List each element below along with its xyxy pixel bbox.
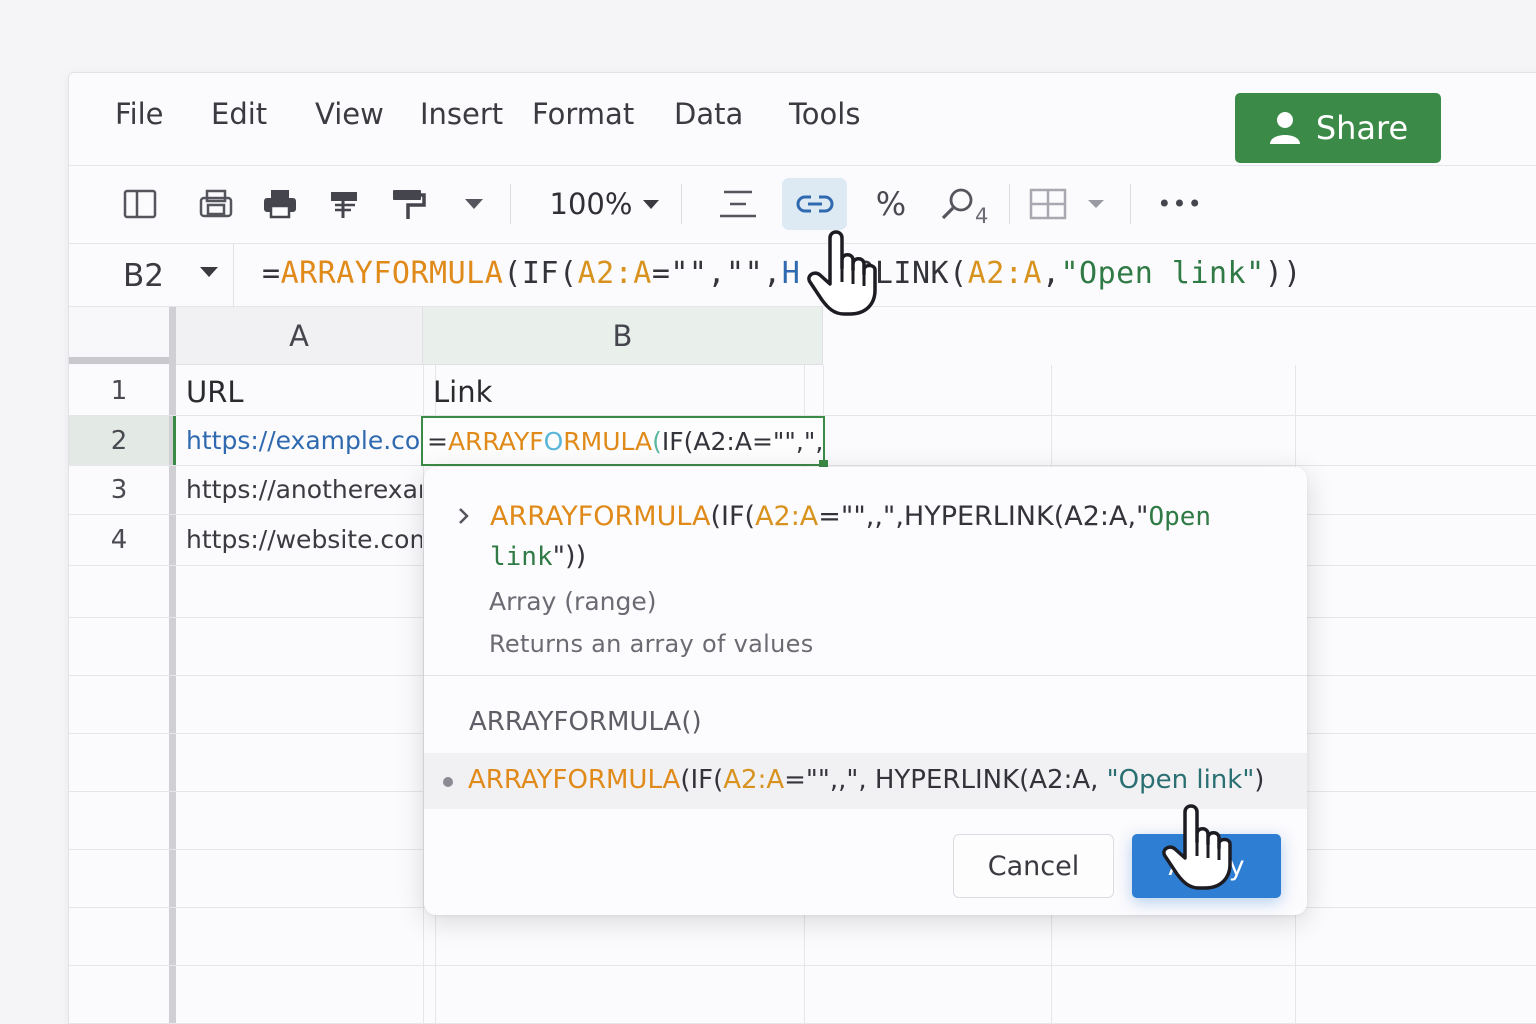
suggestion-token: A2:A	[723, 765, 785, 795]
function-signature: ARRAYFORMULA(IF(A2:A="",,",HYPERLINK(A2:…	[490, 497, 1290, 577]
find-subscript: 4	[975, 204, 989, 228]
formula-token: ="","",	[651, 256, 782, 291]
formula-token: ))	[1264, 256, 1302, 291]
suggestion-header: ARRAYFORMULA()	[469, 707, 702, 737]
borders-dropdown-icon[interactable]	[1083, 178, 1109, 230]
suggestion-item[interactable]: ARRAYFORMULA(IF(A2:A="",,", HYPERLINK(A2…	[424, 753, 1307, 809]
menu-insert[interactable]: Insert	[420, 97, 503, 131]
toolbar-separator	[1130, 184, 1131, 224]
suggestion-token: ="",,", HYPERLINK(A2:A,	[784, 765, 1107, 795]
cell-b2-editor[interactable]: =ARRAYFORMULA(IF(A2:A="",",)	[421, 416, 825, 466]
formula-help-popup: ARRAYFORMULA(IF(A2:A="",,",HYPERLINK(A2:…	[424, 467, 1307, 915]
formula-token: RLINK(	[856, 256, 968, 291]
toolbar-separator	[681, 184, 682, 224]
cell-a2[interactable]: https://example.com	[186, 426, 422, 455]
signature-token: ="",,",HYPERLINK(A2:A,"	[818, 501, 1149, 532]
apply-button[interactable]: Apply	[1132, 834, 1281, 898]
name-box[interactable]: B2	[123, 258, 164, 294]
formula-token: ARRAYFORMULA	[280, 256, 504, 291]
formula-token: "Open link"	[1060, 256, 1265, 291]
formula-token: O	[543, 427, 564, 456]
cancel-button[interactable]: Cancel	[953, 834, 1114, 898]
cell-b1[interactable]: Link	[433, 375, 813, 409]
menu-format[interactable]: Format	[532, 97, 634, 131]
paint-format-icon[interactable]	[321, 178, 367, 230]
column-header-a[interactable]: A	[176, 307, 423, 365]
toolbar-separator	[1009, 184, 1010, 224]
paint-roller-icon[interactable]	[385, 178, 431, 230]
print-icon[interactable]	[257, 178, 303, 230]
borders-icon[interactable]	[1025, 178, 1071, 230]
person-icon	[1269, 112, 1300, 144]
share-label: Share	[1315, 109, 1409, 147]
percent-icon[interactable]: %	[869, 178, 913, 230]
formula-token: =	[427, 427, 448, 456]
suggestion-token: ARRAYFORMULA	[468, 765, 681, 795]
toolbar-separator	[510, 184, 511, 224]
formula-token: ARRAYF	[447, 427, 544, 456]
popup-divider	[424, 675, 1307, 676]
signature-token: A2:A	[755, 501, 819, 532]
formula-bar: B2 =ARRAYFORMULA(IF(A2:A="","",H RLINK(A2…	[69, 244, 1536, 307]
row-divider	[69, 965, 1536, 966]
signature-token: (IF(	[710, 501, 756, 532]
menu-data[interactable]: Data	[674, 97, 743, 131]
percent-label: %	[875, 185, 907, 223]
argument-hint: Array (range)	[489, 587, 657, 616]
formula-token: (IF(	[503, 256, 578, 291]
row-header-3[interactable]: 3	[69, 466, 169, 514]
cell-a3[interactable]: https://anotherexample.com	[186, 475, 422, 504]
cell-a1[interactable]: URL	[186, 375, 422, 409]
link-icon[interactable]	[782, 178, 847, 230]
zoom-value: 100%	[549, 187, 633, 221]
print-preview-icon[interactable]	[193, 178, 239, 230]
chevron-down-icon	[643, 199, 660, 209]
more-icon[interactable]: •••	[1155, 178, 1205, 230]
menu-bar: File Edit View Insert Format Data Tools …	[69, 73, 1536, 166]
formula-separator	[233, 244, 234, 307]
spreadsheet-window: File Edit View Insert Format Data Tools …	[68, 72, 1536, 1024]
share-button[interactable]: Share	[1235, 93, 1441, 163]
toolbar: 100% % 4 •••	[69, 166, 1536, 244]
formula-token: A2:A	[577, 256, 652, 291]
formula-token: =	[262, 256, 281, 291]
formula-token: (	[652, 427, 662, 456]
chevron-down-icon[interactable]	[199, 266, 219, 278]
dropdown-icon[interactable]	[457, 178, 491, 230]
formula-token: )	[823, 427, 825, 456]
formula-token: RMULA	[563, 427, 653, 456]
formula-token: H	[781, 256, 801, 291]
row-selection-indicator	[173, 416, 176, 465]
panel-icon[interactable]	[117, 178, 163, 230]
frozen-row-bar[interactable]	[69, 357, 169, 364]
chevron-right-icon[interactable]	[458, 507, 470, 525]
suggestion-token: (IF(	[680, 765, 724, 795]
menu-edit[interactable]: Edit	[211, 97, 267, 131]
signature-token: "))	[552, 541, 587, 572]
suggestion-text: ARRAYFORMULA(IF(A2:A="",,", HYPERLINK(A2…	[468, 765, 1264, 795]
more-label: •••	[1157, 190, 1203, 218]
row-header-2[interactable]: 2	[69, 416, 169, 465]
signature-token: ARRAYFORMULA	[490, 501, 711, 532]
formula-token: ,	[1041, 256, 1061, 291]
menu-file[interactable]: File	[115, 97, 164, 131]
menu-tools[interactable]: Tools	[789, 97, 860, 131]
row-header-1[interactable]: 1	[69, 367, 169, 415]
formula-token: A2:A	[967, 256, 1042, 291]
cell-a4[interactable]: https://website.com	[186, 525, 422, 554]
zoom-select[interactable]: 100%	[547, 178, 663, 230]
function-description: Returns an array of values	[489, 630, 814, 658]
row-header-4[interactable]: 4	[69, 515, 169, 565]
suggestion-token: "Open link"	[1106, 765, 1255, 795]
formula-input[interactable]: =ARRAYFORMULA(IF(A2:A="","",H RLINK(A2:A,…	[262, 256, 1302, 291]
align-icon[interactable]	[713, 178, 763, 230]
formula-token: IF(A2:A="",",	[661, 427, 824, 456]
menu-view[interactable]: View	[315, 97, 384, 131]
suggestion-token: )	[1254, 765, 1265, 795]
bullet-icon	[443, 777, 453, 787]
column-header-b[interactable]: B	[423, 307, 823, 365]
